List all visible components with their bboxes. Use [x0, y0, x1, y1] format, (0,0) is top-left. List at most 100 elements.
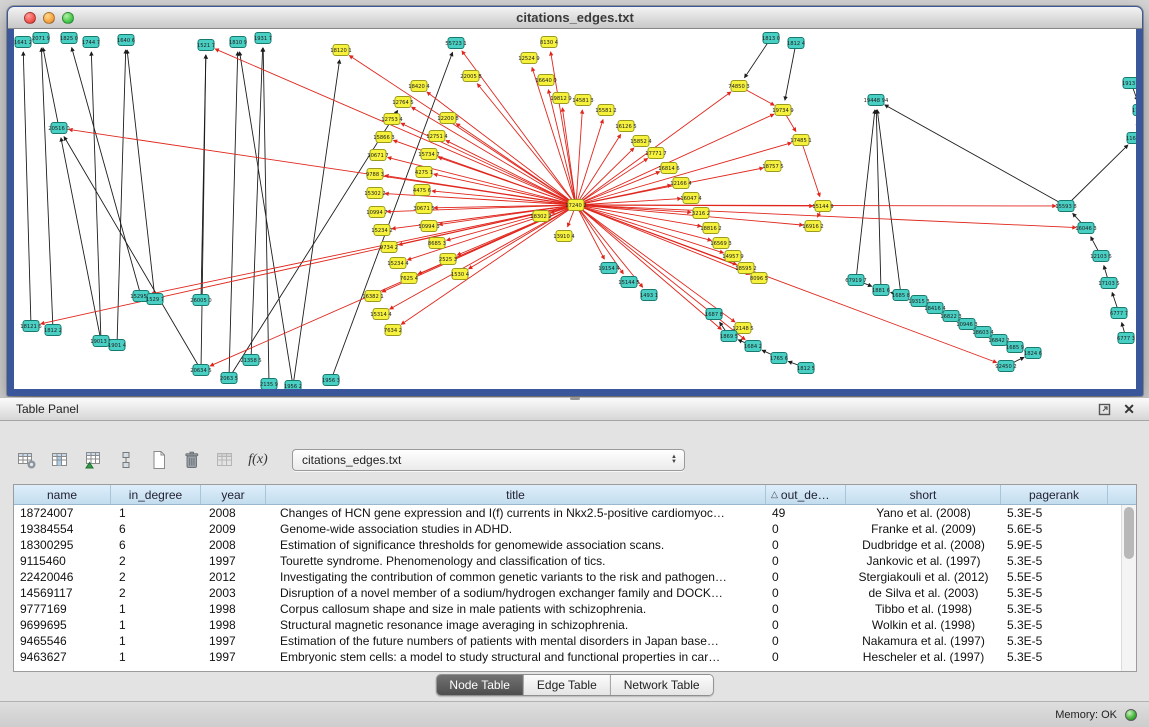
graph-node[interactable]: 15234 2	[371, 225, 392, 236]
graph-node[interactable]: 9788 3	[366, 169, 384, 180]
column-header-year[interactable]: year	[201, 485, 266, 504]
graph-node[interactable]: 1687 8	[705, 309, 723, 320]
new-table-icon[interactable]	[146, 447, 172, 473]
graph-node[interactable]: 1530 4	[451, 269, 470, 280]
column-header-out_degree[interactable]: △out_de…	[766, 485, 846, 504]
graph-node[interactable]: 18120 1	[330, 45, 351, 56]
graph-node[interactable]: 1825 0	[60, 33, 78, 44]
graph-node[interactable]: 16382 1	[362, 291, 383, 302]
graph-node[interactable]: 1810 9	[229, 37, 247, 48]
graph-node[interactable]: 15852 4	[630, 136, 652, 147]
graph-node[interactable]: 67919 7	[845, 275, 866, 286]
tab-edge-table[interactable]: Edge Table	[524, 675, 611, 695]
graph-node[interactable]: 8096 5	[750, 273, 768, 284]
graph-node[interactable]: 17485 1	[790, 135, 811, 146]
graph-node[interactable]: 17240 2	[565, 200, 586, 211]
graph-node[interactable]: 12103 6	[1090, 251, 1111, 262]
table-row[interactable]: 1830029562008Estimation of significance …	[14, 537, 1136, 553]
graph-node[interactable]: 1521 7	[197, 40, 215, 51]
graph-node[interactable]: 18816 2	[700, 223, 721, 234]
graph-node[interactable]: 22005 8	[460, 71, 481, 82]
table-selector-dropdown[interactable]: citations_edges.txt ▲ ▼	[292, 449, 685, 471]
graph-node[interactable]: 1812 2	[44, 325, 62, 336]
graph-node[interactable]: 16822 3	[940, 311, 961, 322]
graph-node[interactable]: 2135 9	[260, 379, 278, 390]
graph-node[interactable]: 19154 4	[598, 263, 620, 274]
graph-node[interactable]: 19812 9	[550, 93, 571, 104]
graph-node[interactable]: 1765 6	[770, 353, 788, 364]
graph-node[interactable]: 12753 4	[381, 114, 403, 125]
graph-node[interactable]: 16569 3	[710, 238, 731, 249]
column-header-pagerank[interactable]: pagerank	[1001, 485, 1108, 504]
graph-node[interactable]: 1813 0	[762, 33, 780, 44]
table-row[interactable]: 969969511998Structural magnetic resonanc…	[14, 617, 1136, 633]
graph-node[interactable]: 92450 2	[995, 361, 1016, 372]
graph-node[interactable]: 2071 9	[32, 33, 50, 44]
graph-node[interactable]: 1812 4	[787, 38, 806, 49]
close-window-button[interactable]	[24, 12, 36, 24]
graph-node[interactable]: 19448 94	[864, 95, 889, 106]
merge-rows-icon[interactable]	[113, 447, 139, 473]
graph-node[interactable]: 18757 5	[762, 161, 783, 172]
column-header-short[interactable]: short	[846, 485, 1001, 504]
graph-node[interactable]: 15144 9	[812, 201, 833, 212]
graph-node[interactable]: 17771 7	[645, 148, 666, 159]
graph-node[interactable]: 13910 4	[553, 231, 575, 242]
graph-node[interactable]: 1529 7	[146, 294, 164, 305]
graph-node[interactable]: 4475 6	[413, 185, 431, 196]
graph-node[interactable]: 18302 2	[530, 211, 551, 222]
graph-node[interactable]: 1913 9	[1122, 78, 1136, 89]
graph-node[interactable]: 10994 3	[418, 221, 439, 232]
graph-node[interactable]: 14581 3	[572, 95, 593, 106]
graph-node[interactable]: 30671 7	[367, 150, 388, 161]
table-disabled-icon[interactable]	[212, 447, 238, 473]
graph-node[interactable]: 1161 3	[1126, 133, 1136, 144]
graph-node[interactable]: 12764 5	[392, 97, 413, 108]
graph-node[interactable]: 55723 1	[445, 38, 466, 49]
graph-node[interactable]: 15593 8	[1055, 201, 1076, 212]
graph-node[interactable]: 12200 8	[437, 113, 458, 124]
delete-table-icon[interactable]	[179, 447, 205, 473]
graph-node[interactable]: 18595 2	[735, 263, 756, 274]
column-header-title[interactable]: title	[266, 485, 766, 504]
graph-node[interactable]: 4275 1	[415, 167, 433, 178]
graph-node[interactable]: 74850 3	[728, 81, 749, 92]
table-row[interactable]: 977716911998Corpus callosum shape and si…	[14, 601, 1136, 617]
window-titlebar[interactable]: citations_edges.txt	[8, 7, 1142, 29]
graph-node[interactable]: 15302 2	[364, 188, 385, 199]
graph-node[interactable]: 19734 9	[772, 105, 793, 116]
table-row[interactable]: 1456911722003Disruption of a novel membe…	[14, 585, 1136, 601]
graph-node[interactable]: 16814 6	[658, 163, 679, 174]
graph-node[interactable]: 6777 7	[1110, 308, 1128, 319]
graph-node[interactable]: 3216 2	[692, 208, 710, 219]
graph-node[interactable]: 16126 5	[615, 121, 636, 132]
graph-node[interactable]: 15734 7	[418, 149, 439, 160]
column-header-name[interactable]: name	[14, 485, 111, 504]
graph-node[interactable]: 21358 5	[240, 355, 261, 366]
graph-node[interactable]: 1762 7	[1132, 105, 1136, 116]
graph-node[interactable]: 1824 6	[1024, 348, 1042, 359]
show-columns-icon[interactable]	[47, 447, 73, 473]
graph-node[interactable]: 6777 3	[1117, 333, 1135, 344]
graph-node[interactable]: 15581 2	[595, 105, 616, 116]
graph-node[interactable]: 12751 4	[426, 131, 448, 142]
tab-network-table[interactable]: Network Table	[611, 675, 713, 695]
table-row[interactable]: 911546021997Tourette syndrome. Phenomeno…	[14, 553, 1136, 569]
graph-node[interactable]: 20516 0	[48, 123, 69, 134]
network-canvas[interactable]: 17240 212524 916640 019812 914581 315581…	[14, 29, 1136, 389]
table-row[interactable]: 2242004622012Investigating the contribut…	[14, 569, 1136, 585]
close-panel-icon[interactable]: ✕	[1123, 401, 1135, 418]
graph-node[interactable]: 16047 4	[680, 193, 702, 204]
graph-node[interactable]: 1812 5	[797, 363, 815, 374]
graph-node[interactable]: 30671 5	[413, 203, 434, 214]
graph-node[interactable]: 2525 3	[439, 254, 457, 265]
graph-node[interactable]: 1640 6	[117, 35, 135, 46]
citation-network-graph[interactable]: 17240 212524 916640 019812 914581 315581…	[14, 29, 1136, 389]
graph-node[interactable]: 9734 2	[380, 242, 398, 253]
splitter-handle[interactable]	[570, 397, 580, 400]
scrollbar-thumb[interactable]	[1124, 507, 1134, 559]
graph-node[interactable]: 15314 4	[370, 309, 392, 320]
zoom-window-button[interactable]	[62, 12, 74, 24]
graph-node[interactable]: 1493 1	[640, 290, 658, 301]
graph-node[interactable]: 20634 5	[190, 365, 211, 376]
